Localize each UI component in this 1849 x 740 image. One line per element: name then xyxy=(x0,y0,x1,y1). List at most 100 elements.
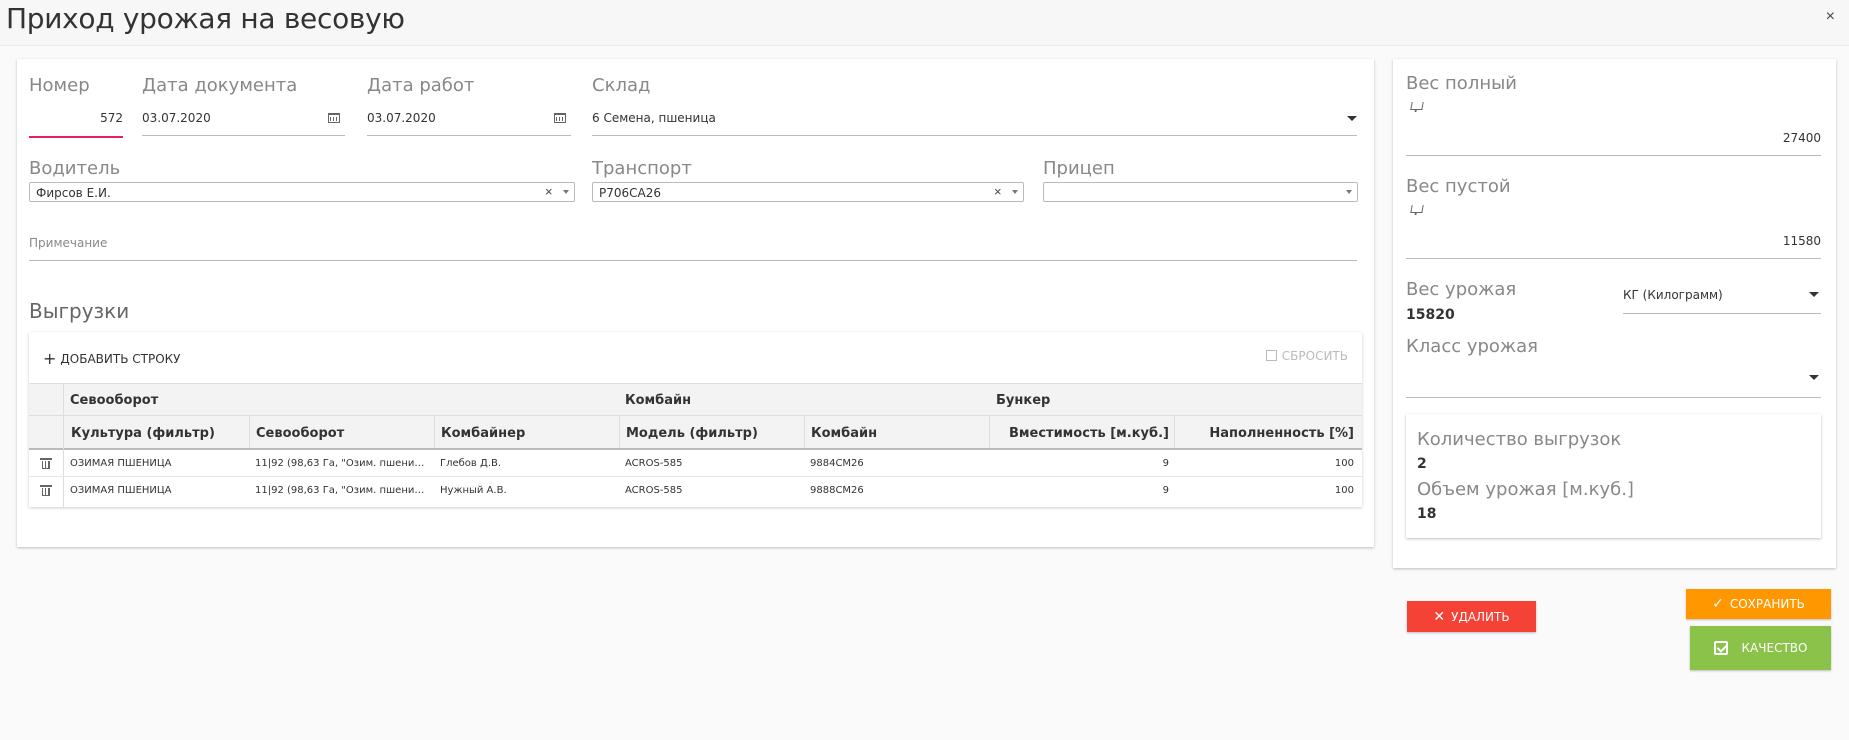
checkbox-icon xyxy=(1713,641,1728,655)
unit-select[interactable]: КГ (Килограмм) xyxy=(1623,288,1723,302)
column-header-fill[interactable]: Наполненность [%] xyxy=(1181,426,1354,441)
chevron-down-icon[interactable] xyxy=(1809,292,1819,297)
add-row-label: ДОБАВИТЬ СТРОКУ xyxy=(60,352,181,366)
close-icon[interactable]: × xyxy=(1826,8,1835,26)
cell-model: ACROS-585 xyxy=(625,485,683,496)
calendar-icon[interactable] xyxy=(554,113,566,123)
empty-weight-field[interactable]: 11580 xyxy=(1406,234,1821,248)
table-row[interactable]: ОЗИМАЯ ПШЕНИЦА 11|92 (98,63 Га, "Озим. п… xyxy=(29,477,1362,504)
work-date-field[interactable]: 03.07.2020 xyxy=(367,111,436,125)
transport-label: Транспорт xyxy=(592,158,692,179)
unloads-title: Выгрузки xyxy=(29,299,130,323)
empty-weight-underline xyxy=(1406,258,1821,259)
page-title: Приход урожая на весовую xyxy=(6,2,405,35)
delete-label: УДАЛИТЬ xyxy=(1451,609,1510,624)
close-icon: ✕ xyxy=(1433,608,1446,625)
summary-card: Количество выгрузок 2 Объем урожая [м.ку… xyxy=(1406,414,1821,538)
delete-button[interactable]: ✕ УДАЛИТЬ xyxy=(1407,601,1536,632)
number-field-underline xyxy=(29,136,123,138)
trash-icon[interactable] xyxy=(40,458,52,470)
trailer-select[interactable] xyxy=(1043,182,1358,202)
reset-button[interactable]: СБРОСИТЬ xyxy=(1265,349,1348,363)
cell-combine: 9884СМ26 xyxy=(810,458,864,469)
check-icon: ✓ xyxy=(1712,596,1724,612)
column-header-culture[interactable]: Культура (фильтр) xyxy=(71,426,215,441)
cell-operator: Нужный А.В. xyxy=(440,485,507,496)
clear-icon[interactable]: × xyxy=(994,184,1002,199)
quality-button[interactable]: КАЧЕСТВО xyxy=(1690,626,1831,670)
empty-cart-icon xyxy=(1410,205,1424,213)
driver-value: Фирсов Е.И. xyxy=(36,186,111,200)
quality-label: КАЧЕСТВО xyxy=(1741,641,1808,655)
group-header-combine: Комбайн xyxy=(625,393,692,408)
driver-label: Водитель xyxy=(29,158,121,179)
column-header-rotation[interactable]: Севооборот xyxy=(256,426,344,441)
driver-select[interactable]: Фирсов Е.И. × xyxy=(29,182,575,202)
column-header-operator[interactable]: Комбайнер xyxy=(441,426,525,441)
note-underline xyxy=(29,260,1357,261)
transport-value: Р706СА26 xyxy=(599,186,661,200)
doc-date-field[interactable]: 03.07.2020 xyxy=(142,111,211,125)
empty-weight-label: Вес пустой xyxy=(1406,176,1511,197)
divider xyxy=(29,415,1362,416)
number-label: Номер xyxy=(29,75,90,96)
cell-culture: ОЗИМАЯ ПШЕНИЦА xyxy=(70,458,172,469)
column-header-combine[interactable]: Комбайн xyxy=(811,426,877,441)
cell-combine: 9888СМ26 xyxy=(810,485,864,496)
calendar-icon[interactable] xyxy=(328,113,340,123)
reset-icon xyxy=(1265,350,1277,361)
group-header-rotation: Севооборот xyxy=(70,393,159,408)
doc-date-label: Дата документа xyxy=(142,75,298,96)
full-weight-field[interactable]: 27400 xyxy=(1406,131,1821,145)
group-header-bunker: Бункер xyxy=(996,393,1051,408)
cell-model: ACROS-585 xyxy=(625,458,683,469)
harvest-volume-label: Объем урожая [м.куб.] xyxy=(1417,479,1634,500)
loaded-cart-icon xyxy=(1410,102,1424,110)
harvest-class-select[interactable] xyxy=(1406,369,1806,385)
warehouse-select[interactable]: 6 Семена, пшеница xyxy=(592,111,716,125)
harvest-volume-value: 18 xyxy=(1417,506,1437,522)
cell-rotation: 11|92 (98,63 Га, "Озим. пшеница 20... xyxy=(255,485,427,496)
trailer-label: Прицеп xyxy=(1043,158,1115,179)
add-row-button[interactable]: + ДОБАВИТЬ СТРОКУ xyxy=(43,349,180,368)
column-header-capacity[interactable]: Вместимость [м.куб.] xyxy=(996,426,1169,441)
warehouse-underline xyxy=(592,135,1357,136)
work-date-label: Дата работ xyxy=(367,75,475,96)
note-field[interactable] xyxy=(29,237,1357,255)
full-weight-underline xyxy=(1406,155,1821,156)
unit-underline xyxy=(1623,313,1821,314)
work-date-underline xyxy=(367,135,571,136)
chevron-down-icon[interactable] xyxy=(563,190,569,194)
trash-icon[interactable] xyxy=(40,485,52,497)
divider xyxy=(989,415,990,448)
divider xyxy=(249,415,250,448)
cell-rotation: 11|92 (98,63 Га, "Озим. пшеница 20... xyxy=(255,458,427,469)
divider xyxy=(434,415,435,448)
chevron-down-icon[interactable] xyxy=(1809,375,1819,380)
full-weight-label: Вес полный xyxy=(1406,73,1518,94)
save-button[interactable]: ✓ СОХРАНИТЬ xyxy=(1686,589,1831,619)
chevron-down-icon[interactable] xyxy=(1347,116,1357,121)
cell-operator: Глебов Д.В. xyxy=(440,458,502,469)
unload-count-value: 2 xyxy=(1417,456,1427,472)
divider xyxy=(804,415,805,448)
cell-fill: 100 xyxy=(1334,458,1354,469)
number-field[interactable]: 572 xyxy=(29,111,123,125)
harvest-class-label: Класс урожая xyxy=(1406,336,1538,357)
chevron-down-icon[interactable] xyxy=(1346,190,1352,194)
divider xyxy=(29,383,1362,384)
weights-card: Вес полный 27400 Вес пустой 11580 Вес ур… xyxy=(1393,59,1836,568)
cell-capacity: 9 xyxy=(1162,458,1169,469)
cell-fill: 100 xyxy=(1334,485,1354,496)
transport-select[interactable]: Р706СА26 × xyxy=(592,182,1024,202)
harvest-weight-value: 15820 xyxy=(1406,307,1455,323)
table-row[interactable]: ОЗИМАЯ ПШЕНИЦА 11|92 (98,63 Га, "Озим. п… xyxy=(29,450,1362,477)
cell-capacity: 9 xyxy=(1162,485,1169,496)
title-bar: Приход урожая на весовую × xyxy=(0,0,1849,46)
chevron-down-icon[interactable] xyxy=(1012,190,1018,194)
divider xyxy=(619,415,620,448)
plus-icon: + xyxy=(43,349,57,368)
clear-icon[interactable]: × xyxy=(545,184,553,199)
warehouse-label: Склад xyxy=(592,75,651,96)
column-header-model[interactable]: Модель (фильтр) xyxy=(626,426,758,441)
